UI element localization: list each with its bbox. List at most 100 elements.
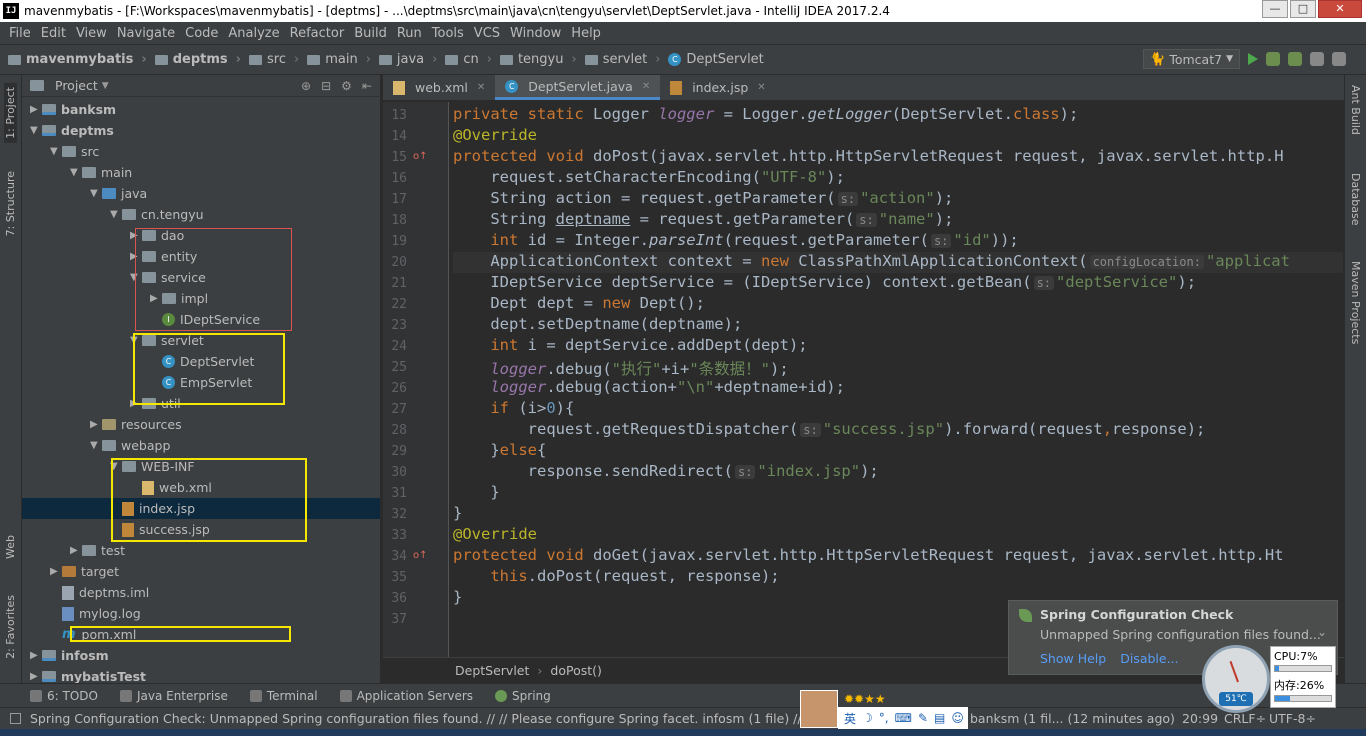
bottom-tool-button[interactable]: Application Servers	[339, 689, 473, 703]
editor-tab[interactable]: index.jsp ✕	[660, 75, 775, 100]
tool-structure-tab[interactable]: 7: Structure	[4, 171, 17, 236]
code-view[interactable]: private static Logger logger = Logger.ge…	[453, 102, 1343, 657]
code-line[interactable]: protected void doPost(javax.servlet.http…	[453, 147, 1284, 168]
breadcrumb-item[interactable]: java ›	[378, 52, 437, 67]
tree-item[interactable]: ▼ cn.tengyu	[22, 204, 380, 225]
code-line[interactable]: int id = Integer.parseInt(request.getPar…	[453, 231, 1018, 252]
bottom-tool-button[interactable]: 6: TODO	[30, 689, 98, 703]
chevron-down-icon[interactable]: ⌄	[1317, 625, 1327, 639]
run-icon[interactable]	[1248, 53, 1258, 65]
tool-web-tab[interactable]: Web	[4, 535, 17, 559]
project-structure-icon[interactable]	[1332, 52, 1346, 66]
close-button[interactable]: ✕	[1318, 0, 1362, 18]
status-message[interactable]: Spring Configuration Check: Unmapped Spr…	[30, 711, 800, 726]
breadcrumb-method[interactable]: doPost()	[550, 663, 602, 678]
code-line[interactable]: int i = deptService.addDept(dept);	[453, 336, 807, 357]
collapsed-arrow-icon[interactable]: ▶	[50, 566, 62, 577]
tool-database-tab[interactable]: Database	[1349, 173, 1362, 226]
close-icon[interactable]: ✕	[477, 82, 485, 93]
override-marker-icon[interactable]: o↑	[413, 550, 428, 561]
tree-item[interactable]: ▶ banksm	[22, 99, 380, 120]
file-encoding[interactable]: UTF-8÷	[1269, 711, 1316, 726]
breadcrumb-item[interactable]: C DeptServlet	[668, 52, 764, 67]
override-marker-icon[interactable]: o↑	[413, 151, 428, 162]
clipboard-icon[interactable]: ▤	[934, 711, 945, 725]
close-icon[interactable]: ✕	[757, 82, 765, 93]
locate-icon[interactable]: ⊕	[301, 79, 311, 93]
status-toggle-icon[interactable]	[10, 713, 21, 724]
tree-item[interactable]: mylog.log	[22, 603, 380, 624]
code-line[interactable]: protected void doGet(javax.servlet.http.…	[453, 546, 1284, 567]
tree-item[interactable]: ▼ webapp	[22, 435, 380, 456]
moon-icon[interactable]: ☽	[862, 711, 873, 725]
tool-maven-tab[interactable]: Maven Projects	[1349, 261, 1362, 344]
disable-link[interactable]: Disable...	[1120, 651, 1178, 666]
breadcrumb-item[interactable]: tengyu ›	[499, 52, 577, 67]
vcs-status[interactable]: banksm (1 fil... (12 minutes ago)	[970, 711, 1175, 726]
smiley-icon[interactable]: ☺	[951, 711, 964, 725]
expanded-arrow-icon[interactable]: ▼	[70, 167, 82, 178]
menu-refactor[interactable]: Refactor	[285, 26, 350, 41]
menu-run[interactable]: Run	[392, 26, 427, 41]
avatar[interactable]	[800, 690, 838, 728]
tree-item[interactable]: ▼ main	[22, 162, 380, 183]
collapsed-arrow-icon[interactable]: ▶	[30, 104, 42, 115]
menu-file[interactable]: File	[4, 26, 36, 41]
code-line[interactable]: }	[453, 588, 462, 609]
code-line[interactable]: }else{	[453, 441, 546, 462]
gear-icon[interactable]: ⚙	[341, 79, 352, 93]
menu-code[interactable]: Code	[180, 26, 223, 41]
run-config-select[interactable]: 🐈 Tomcat7 ▼	[1142, 49, 1240, 69]
collapsed-arrow-icon[interactable]: ▶	[30, 650, 42, 661]
close-icon[interactable]: ✕	[642, 81, 650, 92]
tree-item[interactable]: ▼ deptms	[22, 120, 380, 141]
code-line[interactable]: request.setCharacterEncoding("UTF-8");	[453, 168, 845, 189]
editor-tab[interactable]: web.xml ✕	[383, 75, 495, 100]
menu-vcs[interactable]: VCS	[469, 26, 505, 41]
expanded-arrow-icon[interactable]: ▼	[50, 146, 62, 157]
code-line[interactable]: Dept dept = new Dept();	[453, 294, 705, 315]
expanded-arrow-icon[interactable]: ▼	[90, 440, 102, 451]
code-line[interactable]: ApplicationContext context = new ClassPa…	[453, 252, 1343, 273]
code-line[interactable]: dept.setDeptname(deptname);	[453, 315, 742, 336]
tree-item[interactable]: ▶ target	[22, 561, 380, 582]
expanded-arrow-icon[interactable]: ▼	[110, 209, 122, 220]
collapsed-arrow-icon[interactable]: ▶	[90, 419, 102, 430]
code-line[interactable]: String action = request.getParameter(s: "…	[453, 189, 953, 210]
stop-icon[interactable]	[1310, 52, 1324, 66]
ime-language[interactable]: 英	[844, 710, 856, 727]
code-line[interactable]: }	[453, 504, 462, 525]
code-line[interactable]: this.doPost(request, response);	[453, 567, 779, 588]
tree-item[interactable]: ▼ java	[22, 183, 380, 204]
line-separator[interactable]: CRLF÷	[1224, 711, 1266, 726]
punctuation-icon[interactable]: °,	[879, 711, 889, 725]
tree-item[interactable]: ▶ resources	[22, 414, 380, 435]
menu-analyze[interactable]: Analyze	[223, 26, 284, 41]
code-line[interactable]: @Override	[453, 525, 537, 546]
code-line[interactable]: response.sendRedirect(s: "index.jsp");	[453, 462, 879, 483]
tree-item[interactable]: ▶ test	[22, 540, 380, 561]
maximize-button[interactable]: □	[1290, 0, 1316, 18]
show-help-link[interactable]: Show Help	[1040, 651, 1106, 666]
breadcrumb-item[interactable]: src ›	[249, 52, 299, 67]
tool-project-tab[interactable]: 1: Project	[4, 83, 17, 143]
breadcrumb-class[interactable]: DeptServlet	[455, 663, 529, 678]
tree-item[interactable]: deptms.iml	[22, 582, 380, 603]
menu-build[interactable]: Build	[349, 26, 392, 41]
chevron-down-icon[interactable]: ▼	[102, 81, 109, 91]
breadcrumb-item[interactable]: mavenmybatis ›	[8, 52, 147, 67]
menu-help[interactable]: Help	[566, 26, 606, 41]
code-line[interactable]: String deptname = request.getParameter(s…	[453, 210, 953, 231]
menu-tools[interactable]: Tools	[427, 26, 469, 41]
code-line[interactable]: if (i>0){	[453, 399, 574, 420]
code-line[interactable]: request.getRequestDispatcher(s: "success.…	[453, 420, 1206, 441]
bottom-tool-button[interactable]: Terminal	[249, 689, 318, 703]
code-line[interactable]: }	[453, 483, 499, 504]
tool-ant-tab[interactable]: Ant Build	[1349, 85, 1362, 135]
tool-favorites-tab[interactable]: 2: Favorites	[4, 595, 17, 659]
code-line[interactable]: private static Logger logger = Logger.ge…	[453, 105, 1078, 126]
minimize-button[interactable]: —	[1262, 0, 1288, 18]
bottom-tool-button[interactable]: Spring	[495, 689, 551, 703]
collapsed-arrow-icon[interactable]: ▶	[30, 671, 42, 682]
wrench-icon[interactable]: ✎	[918, 711, 928, 725]
